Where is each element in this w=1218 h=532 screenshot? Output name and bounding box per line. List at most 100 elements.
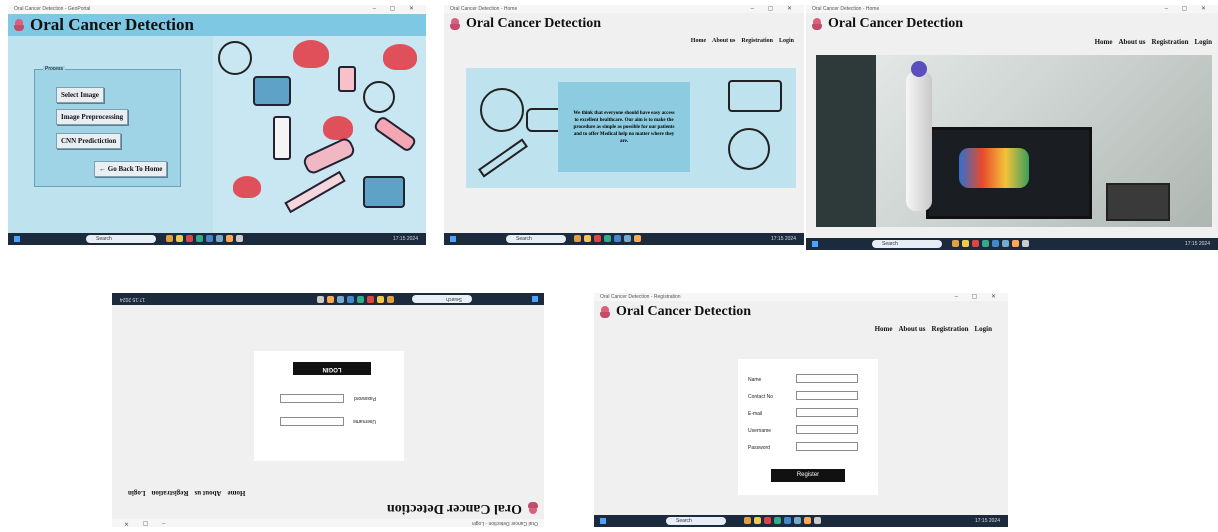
nav-about-us[interactable]: About us (712, 38, 735, 44)
nav-registration[interactable]: Registration (932, 325, 969, 333)
nav-home[interactable]: Home (1095, 38, 1113, 46)
taskbar-search[interactable]: Search (666, 517, 726, 525)
taskbar: Search 17:15 2024 (806, 238, 1218, 250)
cnn-prediction-button[interactable]: CNN Predictiction (56, 133, 122, 149)
tooth-logo-icon (528, 502, 538, 514)
email-label: E-mail (748, 411, 763, 417)
username-label: Username (352, 418, 376, 424)
password-field[interactable] (280, 394, 344, 403)
pill-bottle-icon (273, 116, 291, 160)
name-label: Name (748, 377, 762, 383)
screenshot-about: Oral Cancer Detection - Home – ▢ ✕ Oral … (444, 5, 804, 245)
start-icon[interactable] (600, 518, 606, 524)
scanner-device (906, 71, 932, 211)
about-text-panel: We think that everyone should have easy … (558, 82, 690, 172)
nav-registration[interactable]: Registration (741, 38, 773, 44)
start-icon[interactable] (14, 236, 20, 242)
pill-pack-icon (372, 114, 418, 154)
tooth-logo-icon (812, 18, 822, 30)
username-field[interactable] (796, 425, 858, 434)
window-controls[interactable]: – ▢ ✕ (1165, 5, 1212, 12)
nav-registration[interactable]: Registration (1152, 38, 1189, 46)
tooth-logo-icon (450, 18, 460, 30)
syringe-icon (478, 138, 528, 178)
ambulance-icon (728, 80, 782, 112)
pill-pack-icon (301, 135, 357, 177)
nav-about-us[interactable]: About us (1118, 38, 1145, 46)
app-header: Oral Cancer Detection (8, 14, 426, 36)
window-controls[interactable]: – ▢ ✕ (751, 5, 798, 12)
start-icon[interactable] (812, 241, 818, 247)
taskbar-search[interactable]: Search (506, 235, 566, 243)
taskbar-app-icons[interactable] (952, 240, 1029, 247)
contact-field[interactable] (796, 391, 858, 400)
go-back-home-button[interactable]: ← Go Back To Home (94, 161, 168, 177)
email-field[interactable] (796, 408, 858, 417)
app-title: Oral Cancer Detection (466, 16, 602, 31)
main-nav: Home About us Registration Login (1095, 38, 1212, 46)
taskbar-search[interactable]: Search (872, 240, 942, 248)
taskbar: Search 17:15 2024 (112, 293, 544, 305)
password-label: Password (748, 445, 770, 451)
pill-bottle-icon (338, 66, 356, 92)
login-button-label: LOGIN (322, 366, 342, 372)
app-header: Oral Cancer Detection (806, 13, 1218, 35)
taskbar-app-icons[interactable] (574, 235, 641, 242)
taskbar-app-icons[interactable] (166, 235, 243, 242)
nav-login[interactable]: Login (974, 325, 992, 333)
tooth-logo-icon (14, 19, 24, 31)
taskbar: Search 17:15 2024 (594, 515, 1008, 527)
window-controls[interactable]: – ▢ ✕ (118, 520, 165, 527)
register-button-label: Register (796, 472, 820, 478)
password-field[interactable] (796, 442, 858, 451)
process-group-label: Process (43, 66, 66, 72)
app-title: Oral Cancer Detection (828, 16, 964, 31)
select-image-button[interactable]: Select Image (56, 87, 104, 103)
app-header: Oral Cancer Detection (594, 301, 1008, 323)
register-button[interactable]: Register (771, 469, 845, 482)
nav-home[interactable]: Home (875, 325, 893, 333)
nav-registration[interactable]: Registration (152, 489, 189, 497)
taskbar-app-icons[interactable] (744, 517, 821, 524)
name-field[interactable] (796, 374, 858, 383)
taskbar-search[interactable]: Search (86, 235, 156, 243)
login-button[interactable]: LOGIN (293, 362, 371, 375)
system-tray: 17:15 2024 (120, 296, 146, 302)
nav-login[interactable]: Login (779, 38, 794, 44)
taskbar-search[interactable]: Search (412, 295, 472, 303)
registration-card: Name Contact No E-mail Username Password… (738, 359, 878, 495)
app-title: Oral Cancer Detection (386, 501, 522, 516)
laptop-screen (926, 127, 1092, 219)
taskbar: Search 17:15 2024 (444, 233, 804, 245)
stethoscope-icon (363, 81, 395, 113)
screenshot-home: Oral Cancer Detection - Home – ▢ ✕ Oral … (806, 5, 1218, 250)
start-icon[interactable] (532, 296, 538, 302)
contact-label: Contact No (748, 394, 774, 400)
app-title: Oral Cancer Detection (616, 304, 752, 319)
screenshot-process: Oral Cancer Detection - GeoPortal – ▢ ✕ … (8, 5, 426, 245)
login-card: Username Password LOGIN (254, 351, 404, 461)
nav-about-us[interactable]: About us (194, 489, 221, 497)
medical-illustration (213, 36, 426, 233)
start-icon[interactable] (450, 236, 456, 242)
app-header: Oral Cancer Detection (112, 497, 544, 519)
first-aid-kit-icon (253, 76, 291, 106)
nav-about-us[interactable]: About us (898, 325, 925, 333)
taskbar-app-icons[interactable] (317, 296, 394, 303)
nav-login[interactable]: Login (1194, 38, 1212, 46)
main-nav: Home About us Registration Login (875, 325, 992, 333)
heart-icon (323, 116, 353, 140)
window-titlebar: Oral Cancer Detection - Login (112, 518, 544, 527)
window-controls[interactable]: – ▢ ✕ (373, 5, 420, 12)
username-field[interactable] (280, 417, 344, 426)
window-controls[interactable]: – ▢ ✕ (955, 293, 1002, 300)
nav-login[interactable]: Login (128, 489, 146, 497)
system-tray: 17:15 2024 (1184, 241, 1210, 247)
screenshot-registration: Oral Cancer Detection - Registration – ▢… (594, 293, 1008, 527)
nav-home[interactable]: Home (691, 38, 706, 44)
app-header: Oral Cancer Detection (444, 13, 804, 35)
main-nav: Home About us Registration Login (691, 38, 794, 44)
image-preprocessing-button[interactable]: Image Preprocessing (56, 109, 129, 125)
nav-home[interactable]: Home (228, 489, 246, 497)
system-tray: 17:15 2024 (770, 236, 796, 242)
